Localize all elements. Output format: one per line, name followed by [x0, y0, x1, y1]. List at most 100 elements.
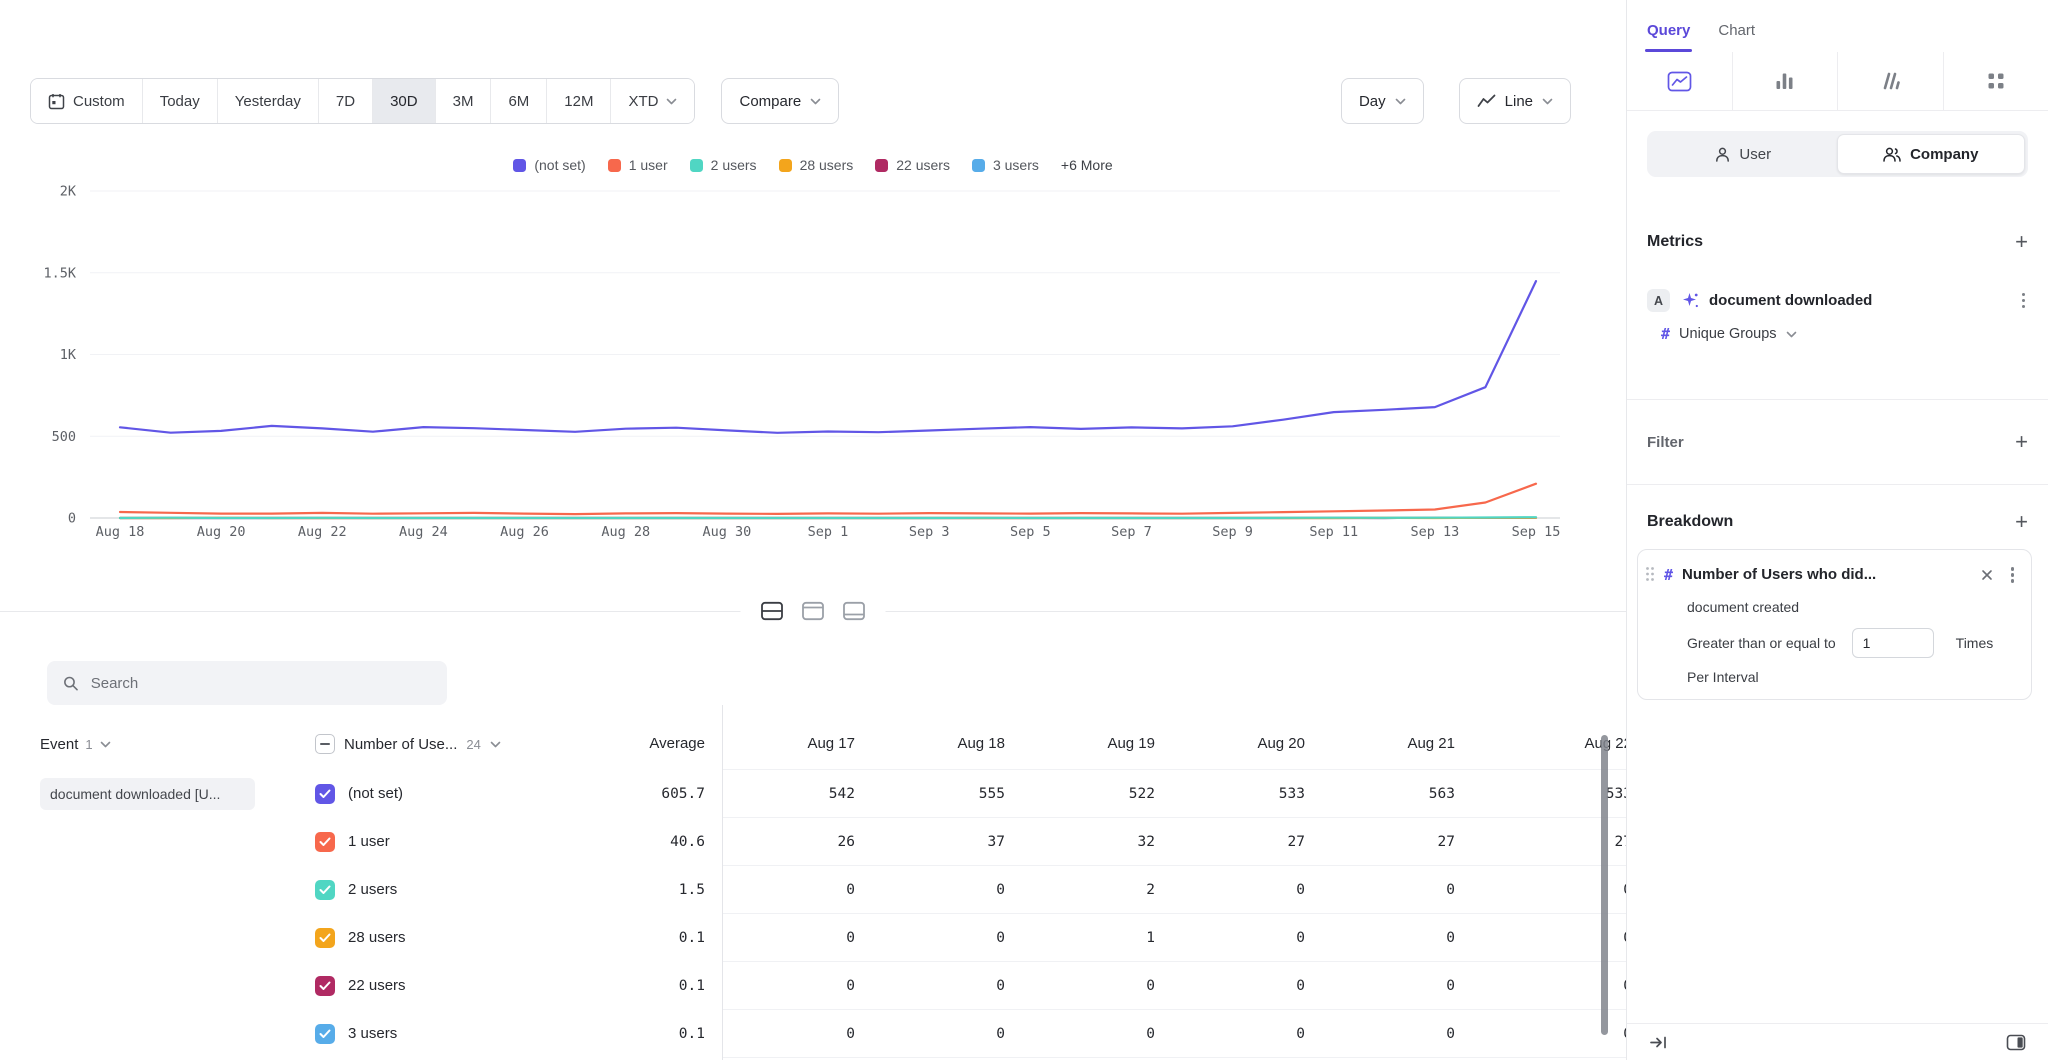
- table-bottom-icon: [843, 601, 866, 621]
- remove-breakdown-button[interactable]: [1979, 567, 1995, 583]
- date-column-header[interactable]: Aug 20: [1155, 718, 1305, 770]
- aggregation-selector[interactable]: # Unique Groups: [1627, 325, 2048, 343]
- add-filter-button[interactable]: [2015, 431, 2028, 453]
- drag-handle-icon[interactable]: [1645, 566, 1655, 582]
- user-segment[interactable]: User: [1650, 134, 1837, 174]
- event-header-label: Event: [40, 736, 78, 753]
- svg-text:Sep 11: Sep 11: [1309, 524, 1358, 540]
- chart-type-label: Line: [1505, 93, 1533, 110]
- range-3m-button[interactable]: 3M: [435, 79, 491, 123]
- select-all-checkbox[interactable]: [315, 734, 335, 754]
- collapse-panel-button[interactable]: [1649, 1035, 1668, 1050]
- kebab-menu-icon[interactable]: [2019, 290, 2029, 312]
- range-yesterday-button[interactable]: Yesterday: [217, 79, 318, 123]
- svg-text:Sep 7: Sep 7: [1111, 524, 1152, 540]
- chart-only-view-button[interactable]: [802, 601, 825, 621]
- table-top-icon: [802, 601, 825, 621]
- cell-value: 0: [1155, 1010, 1305, 1058]
- series-checkbox[interactable]: [315, 832, 335, 852]
- series-checkbox[interactable]: [315, 784, 335, 804]
- cell-value: 0: [1155, 866, 1305, 914]
- interval-button[interactable]: Day: [1341, 78, 1424, 124]
- search-box: [47, 661, 447, 705]
- cell-value: 1: [1005, 914, 1155, 962]
- chart-analysis-area: Custom TodayYesterday7D30D3M6M12M XTD Co…: [0, 0, 1626, 1060]
- date-column-header[interactable]: Aug 21: [1305, 718, 1455, 770]
- chart-grid-icon: [1987, 72, 2005, 90]
- cell-value: 522: [1005, 770, 1155, 818]
- event-column-header[interactable]: Event 1: [40, 718, 111, 770]
- compare-button[interactable]: Compare: [721, 78, 839, 124]
- hash-icon: #: [1664, 566, 1673, 584]
- split-view-button[interactable]: [761, 601, 784, 621]
- more-chart-types-button[interactable]: [1943, 52, 2048, 110]
- table-row: 22 users0.1000000: [0, 962, 1626, 1010]
- svg-text:Aug 26: Aug 26: [500, 524, 549, 540]
- cell-value: 555: [855, 770, 1005, 818]
- bar-chart-icon: [1775, 72, 1794, 90]
- series-checkbox[interactable]: [315, 880, 335, 900]
- event-count: 1: [85, 737, 92, 752]
- svg-text:Aug 24: Aug 24: [399, 524, 448, 540]
- tab-query[interactable]: Query: [1647, 22, 1690, 52]
- chart-type-button[interactable]: Line: [1459, 78, 1571, 124]
- event-cell[interactable]: document downloaded [U...: [40, 778, 255, 810]
- side-panel-toggle-button[interactable]: [2006, 1034, 2026, 1051]
- date-column-header[interactable]: Aug 19: [1005, 718, 1155, 770]
- user-company-toggle: User Company: [1647, 131, 2028, 177]
- kebab-menu-icon[interactable]: [2008, 564, 2018, 586]
- date-toolbar: Custom TodayYesterday7D30D3M6M12M XTD Co…: [30, 78, 1571, 124]
- svg-text:1K: 1K: [60, 347, 77, 363]
- cell-value: 0: [1155, 914, 1305, 962]
- interval-label: Day: [1359, 93, 1386, 110]
- table-scrollbar[interactable]: [1601, 735, 1608, 1035]
- line-chart-icon: [1667, 71, 1692, 92]
- tab-chart[interactable]: Chart: [1718, 22, 1755, 52]
- series-checkbox[interactable]: [315, 976, 335, 996]
- table-only-view-button[interactable]: [843, 601, 866, 621]
- range-30d-button[interactable]: 30D: [372, 79, 435, 123]
- cell-value: 27: [1155, 818, 1305, 866]
- metric-item[interactable]: A document downloaded: [1627, 289, 2048, 312]
- search-input[interactable]: [91, 675, 431, 692]
- cell-value: 26: [705, 818, 855, 866]
- series-column-header[interactable]: Number of Use... 24: [315, 718, 501, 770]
- cell-value: 0: [1005, 1010, 1155, 1058]
- xtd-button[interactable]: XTD: [610, 79, 694, 123]
- add-breakdown-button[interactable]: [2015, 511, 2028, 533]
- custom-range-button[interactable]: Custom: [31, 79, 142, 123]
- svg-text:500: 500: [52, 429, 76, 445]
- range-today-button[interactable]: Today: [142, 79, 217, 123]
- date-column-header[interactable]: Aug 17: [705, 718, 855, 770]
- company-segment[interactable]: Company: [1837, 134, 2026, 174]
- metric-badge: A: [1647, 289, 1670, 312]
- range-6m-button[interactable]: 6M: [490, 79, 546, 123]
- table-row: document downloaded [U...(not set)605.75…: [0, 770, 1626, 818]
- add-metric-button[interactable]: [2015, 231, 2028, 253]
- metrics-title: Metrics: [1647, 233, 1703, 251]
- times-input[interactable]: [1852, 628, 1934, 658]
- series-checkbox[interactable]: [315, 928, 335, 948]
- chevron-down-icon: [810, 98, 821, 105]
- range-12m-button[interactable]: 12M: [546, 79, 610, 123]
- collapse-panel-icon: [1649, 1035, 1668, 1050]
- breakdown-event[interactable]: document created: [1687, 599, 2017, 615]
- results-table: Event 1 Number of Use... 24 Average Aug …: [0, 718, 1626, 1058]
- query-panel: Query Chart: [1626, 0, 2048, 1060]
- svg-text:Aug 22: Aug 22: [298, 524, 347, 540]
- cell-value: 533: [1155, 770, 1305, 818]
- condition-label[interactable]: Greater than or equal to: [1687, 635, 1836, 651]
- aggregation-label: Unique Groups: [1679, 326, 1777, 342]
- cell-value: 0: [1305, 914, 1455, 962]
- bar-chart-type-button[interactable]: [1732, 52, 1838, 110]
- line-chart-type-button[interactable]: [1627, 52, 1732, 110]
- per-interval-label[interactable]: Per Interval: [1687, 669, 2017, 685]
- cell-value: 27: [1305, 818, 1455, 866]
- range-7d-button[interactable]: 7D: [318, 79, 372, 123]
- filter-section-header: Filter: [1627, 400, 2048, 484]
- series-label: 2 users: [348, 866, 397, 914]
- funnel-chart-type-button[interactable]: [1837, 52, 1943, 110]
- svg-text:Sep 15: Sep 15: [1512, 524, 1561, 540]
- date-column-header[interactable]: Aug 18: [855, 718, 1005, 770]
- series-checkbox[interactable]: [315, 1024, 335, 1044]
